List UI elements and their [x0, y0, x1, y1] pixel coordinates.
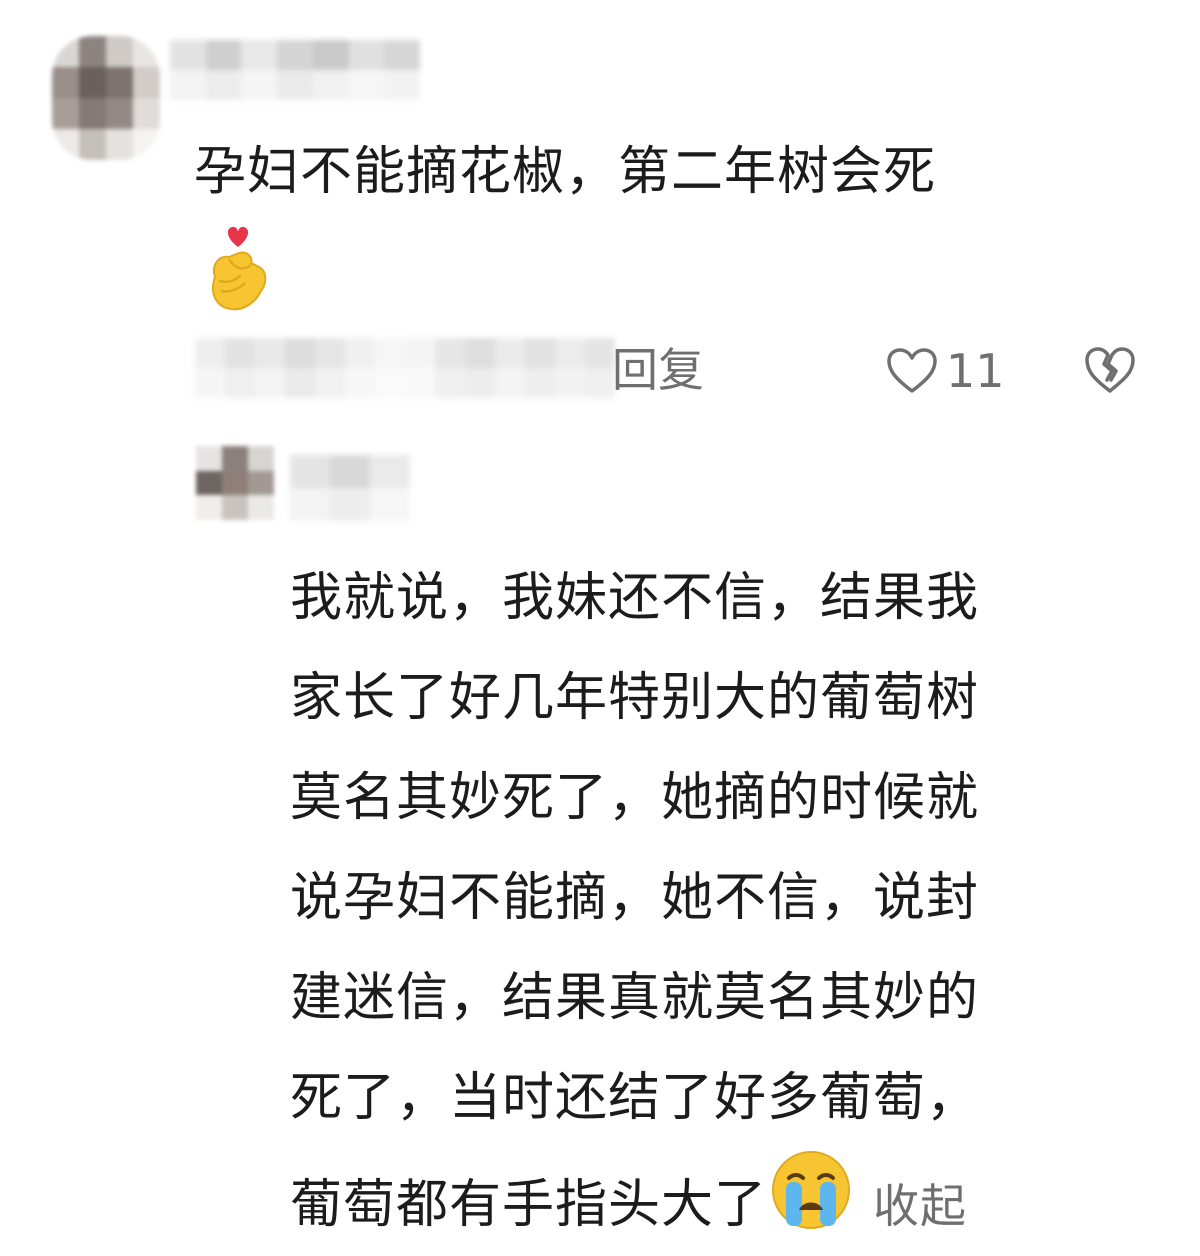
reply-line: 葡萄都有手指头大了	[290, 1175, 768, 1235]
heart-outline-icon	[887, 348, 937, 393]
username-reply-commenter-blurred[interactable]	[290, 455, 410, 521]
comment-meta-blurred	[195, 338, 615, 398]
collapse-button[interactable]: 收起	[873, 1156, 967, 1256]
broken-heart-icon[interactable]	[1084, 344, 1136, 396]
finger-heart-icon	[212, 226, 267, 311]
reply-comment-text: 我就说，我妹还不信，结果我 家长了好几年特别大的葡萄树 莫名其妙死了，她摘的时候…	[290, 548, 979, 1248]
like-button[interactable]: 11	[886, 340, 1005, 402]
avatar-top-commenter[interactable]	[52, 36, 160, 160]
avatar-reply-commenter[interactable]	[196, 446, 274, 520]
reply-line: 建迷信，结果真就莫名其妙的	[290, 968, 980, 1028]
like-count: 11	[946, 344, 1005, 398]
reply-last-line: 葡萄都有手指头大了 收起	[290, 1148, 979, 1248]
reply-line: 家长了好几年特别大的葡萄树	[290, 668, 980, 728]
reply-line: 说孕妇不能摘，她不信，说封	[290, 868, 980, 928]
reply-line: 我就说，我妹还不信，结果我	[290, 568, 980, 628]
reply-line: 莫名其妙死了，她摘的时候就	[290, 768, 980, 828]
reply-line: 死了，当时还结了好多葡萄，	[290, 1068, 980, 1128]
username-top-commenter-blurred[interactable]	[170, 40, 420, 100]
crying-face-icon	[772, 1151, 851, 1229]
reply-button[interactable]: 回复	[612, 342, 704, 398]
comment-text: 孕妇不能摘花椒，第二年树会死	[194, 142, 937, 202]
